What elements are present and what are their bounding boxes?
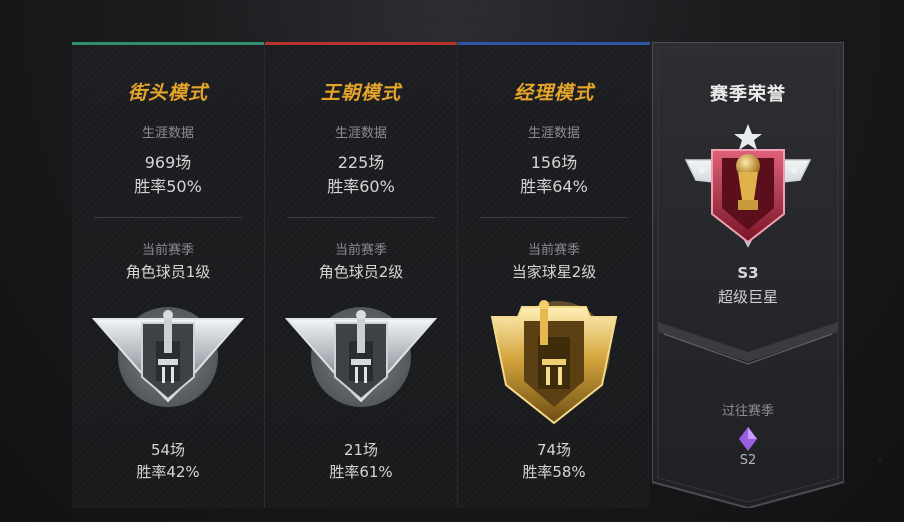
mode-title: 经理模式 bbox=[513, 82, 594, 104]
gold-rank-badge-icon bbox=[490, 300, 618, 425]
mode-title: 街头模式 bbox=[127, 82, 208, 104]
career-winrate: 胜率50% bbox=[134, 177, 202, 196]
career-label: 生涯数据 bbox=[141, 126, 194, 141]
career-winrate: 胜率64% bbox=[520, 177, 588, 196]
mode-title: 王朝模式 bbox=[320, 82, 401, 104]
panel-accent-bar bbox=[265, 42, 457, 45]
season-winrate: 胜率61% bbox=[329, 463, 393, 481]
season-games: 54场 bbox=[150, 441, 186, 459]
career-games: 156场 bbox=[530, 153, 578, 172]
panel-accent-bar bbox=[458, 42, 650, 45]
divider bbox=[480, 217, 628, 218]
season-honor-panel[interactable]: 赛季荣誉 S3 超级巨星 过往赛季 S2 bbox=[652, 42, 844, 508]
season-label: 当前赛季 bbox=[141, 243, 194, 258]
season-rank: 角色球员1级 bbox=[125, 263, 211, 281]
season-rank: 角色球员2级 bbox=[318, 263, 404, 281]
divider bbox=[287, 217, 435, 218]
mode-panel-dynasty[interactable]: 王朝模式 生涯数据 225场 胜率60% 当前赛季 角色球员2级 21场 胜率6… bbox=[265, 42, 457, 508]
season-games: 21场 bbox=[343, 441, 379, 459]
career-winrate: 胜率60% bbox=[327, 177, 395, 196]
season-winrate: 胜率42% bbox=[136, 463, 200, 481]
silver-rank-badge-icon bbox=[92, 307, 244, 407]
season-rank: 当家球星2级 bbox=[511, 263, 597, 281]
purple-diamond-icon[interactable] bbox=[739, 427, 757, 451]
career-games: 225场 bbox=[337, 153, 385, 172]
divider bbox=[94, 217, 242, 218]
trophy-badge-icon bbox=[684, 124, 812, 248]
season-label: 当前赛季 bbox=[334, 243, 387, 258]
season-games: 74场 bbox=[536, 441, 572, 459]
mode-panel-manager[interactable]: 经理模式 生涯数据 156场 胜率64% 当前赛季 当家球星2级 74场 胜率5… bbox=[458, 42, 650, 508]
honor-season: S3 bbox=[737, 264, 759, 282]
honor-title: 赛季荣誉 bbox=[710, 84, 786, 105]
career-label: 生涯数据 bbox=[527, 126, 580, 141]
silver-rank-badge-icon bbox=[285, 307, 437, 407]
mode-panel-street[interactable]: 街头模式 生涯数据 969场 胜率50% 当前赛季 角色球员1级 54场 胜率4… bbox=[72, 42, 264, 508]
career-games: 969场 bbox=[144, 153, 192, 172]
past-season-value[interactable]: S2 bbox=[652, 453, 844, 468]
season-winrate: 胜率58% bbox=[522, 463, 586, 481]
past-season-label: 过往赛季 bbox=[721, 404, 774, 419]
panel-accent-bar bbox=[72, 42, 264, 45]
career-label: 生涯数据 bbox=[334, 126, 387, 141]
season-label: 当前赛季 bbox=[527, 243, 580, 258]
honor-rank: 超级巨星 bbox=[717, 288, 778, 306]
